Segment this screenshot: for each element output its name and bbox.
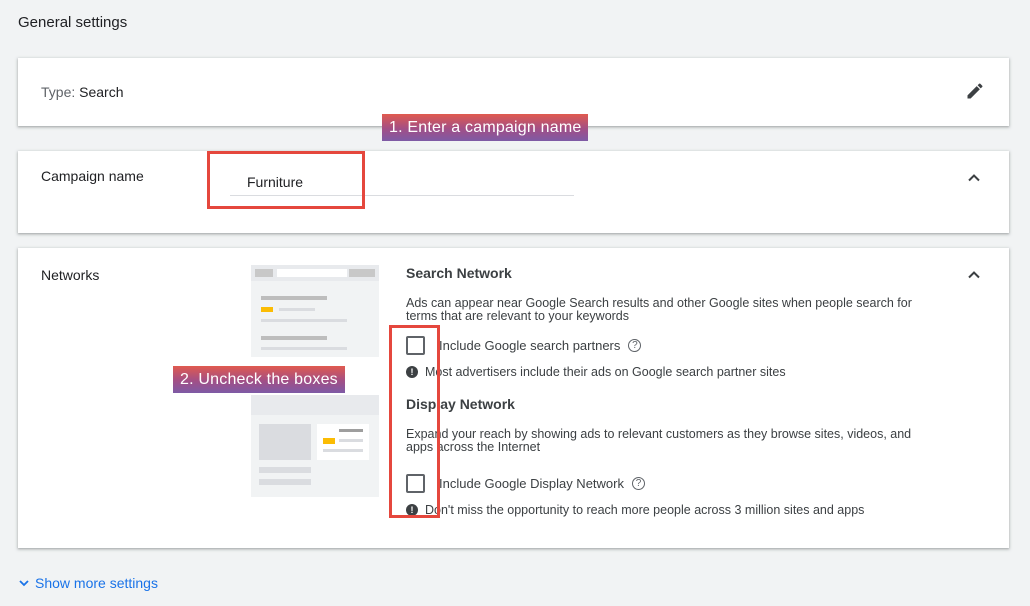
search-partners-label: Include Google search partners [439, 338, 621, 353]
campaign-type: Type: Search [41, 84, 124, 100]
annotation-step2: 2. Uncheck the boxes [173, 366, 345, 393]
display-network-desc-line2: apps across the Internet [406, 440, 541, 454]
chevron-up-icon[interactable] [967, 171, 981, 185]
search-network-title: Search Network [406, 265, 512, 281]
annotation-highlight-checkboxes [389, 325, 440, 518]
type-label: Type: [41, 84, 76, 100]
display-network-note: ! Don't miss the opportunity to reach mo… [406, 503, 864, 517]
display-network-option[interactable]: Include Google Display Network ? [406, 474, 645, 493]
campaign-name-card: Campaign name [18, 151, 1009, 233]
search-partners-note-text: Most advertisers include their ads on Go… [425, 365, 786, 379]
search-partners-option[interactable]: Include Google search partners ? [406, 336, 642, 355]
display-network-label: Include Google Display Network [439, 476, 624, 491]
show-more-label: Show more settings [35, 575, 158, 591]
type-value: Search [79, 84, 124, 100]
annotation-highlight-name [207, 151, 365, 209]
help-circle-icon[interactable]: ? [631, 477, 645, 490]
chevron-down-icon [19, 580, 29, 587]
show-more-settings-link[interactable]: Show more settings [18, 575, 158, 591]
page-title: General settings [18, 14, 128, 31]
search-network-desc-line2: terms that are relevant to your keywords [406, 309, 630, 323]
campaign-name-label: Campaign name [41, 168, 144, 184]
search-partners-note: ! Most advertisers include their ads on … [406, 365, 786, 379]
help-circle-icon[interactable]: ? [628, 339, 642, 352]
display-network-note-text: Don't miss the opportunity to reach more… [425, 503, 865, 517]
annotation-step1: 1. Enter a campaign name [382, 114, 589, 141]
pencil-edit-icon[interactable] [965, 81, 985, 101]
networks-card: Networks Search Network Ads can appear n… [18, 248, 1009, 548]
networks-label: Networks [41, 267, 100, 283]
chevron-up-icon[interactable] [967, 268, 981, 282]
display-network-title: Display Network [406, 396, 515, 412]
